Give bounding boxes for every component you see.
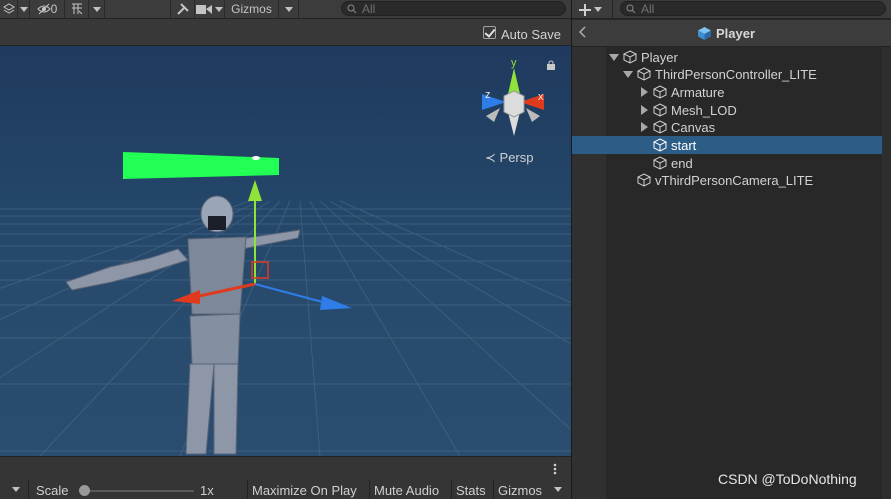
- persp-label: Persp: [499, 150, 534, 165]
- hierarchy-item-label: start: [671, 137, 697, 153]
- camera-icon[interactable]: [195, 0, 225, 19]
- mute-audio-button[interactable]: Mute Audio: [369, 480, 443, 499]
- auto-save-label: Auto Save: [501, 27, 561, 42]
- expand-arrow-icon[interactable]: [623, 70, 633, 78]
- gizmos-dropdown-icon[interactable]: [554, 487, 562, 492]
- hierarchy-item-vthirdpersoncamera[interactable]: vThirdPersonCamera_LITE: [572, 171, 882, 189]
- scene-search-placeholder: All: [362, 1, 376, 16]
- gameobject-cube-icon: [637, 67, 651, 81]
- layers-dropdown[interactable]: [18, 0, 30, 19]
- gameobject-cube-icon: [653, 120, 667, 134]
- collapse-arrow-icon[interactable]: [640, 87, 648, 97]
- scene-panel: 0 Gizmos All Auto Save y x z ≺ Persp Sca…: [0, 0, 571, 499]
- hierarchy-item-label: ThirdPersonController_LITE: [655, 66, 817, 82]
- gameobject-cube-icon: [653, 138, 667, 152]
- create-button[interactable]: [579, 0, 602, 19]
- back-arrow-icon[interactable]: [579, 26, 587, 38]
- watermark-text: CSDN @ToDoNothing: [718, 471, 857, 487]
- search-icon: [626, 4, 636, 13]
- gameobject-cube-icon: [637, 173, 651, 187]
- more-options-icon[interactable]: [553, 463, 557, 475]
- robot-character[interactable]: [65, 195, 301, 455]
- gameobject-cube-icon: [653, 156, 667, 170]
- gameobject-cube-icon: [623, 50, 637, 64]
- gizmos-button[interactable]: Gizmos: [493, 480, 546, 499]
- hidden-count: 0: [50, 2, 58, 16]
- hierarchy-item-armature[interactable]: Armature: [572, 83, 882, 101]
- persp-icon: ≺: [485, 150, 496, 165]
- hidden-objects-toggle[interactable]: 0: [30, 0, 65, 19]
- hierarchy-item-label: Player: [641, 49, 678, 65]
- hierarchy-item-label: Armature: [671, 84, 725, 100]
- prefab-header: Player: [572, 20, 891, 47]
- x-axis-handle[interactable]: [172, 290, 200, 304]
- chevron-down-icon: [284, 6, 293, 12]
- gizmos-dropdown[interactable]: [279, 0, 299, 19]
- hierarchy-scrollbar[interactable]: [882, 47, 891, 499]
- scene-search-input[interactable]: All: [341, 1, 566, 16]
- game-view-toolbar: Scale 1x Maximize On Play Mute Audio Sta…: [0, 480, 571, 499]
- gameobject-cube-icon: [653, 103, 667, 117]
- gizmo-y-label: y: [511, 57, 517, 69]
- hierarchy-item-start[interactable]: start: [572, 136, 882, 154]
- stats-button[interactable]: Stats: [451, 480, 490, 499]
- grid-snap-icon[interactable]: [65, 0, 89, 19]
- hierarchy-search-input[interactable]: All: [620, 1, 886, 16]
- hierarchy-item-label: vThirdPersonCamera_LITE: [655, 172, 814, 188]
- scene-viewport[interactable]: y x z ≺ Persp: [0, 46, 571, 456]
- tools-icon[interactable]: [171, 0, 195, 19]
- hierarchy-item-player[interactable]: Player: [572, 48, 882, 66]
- y-axis-handle[interactable]: [248, 180, 262, 201]
- scale-value: 1x: [200, 483, 214, 498]
- scale-label: Scale: [36, 483, 69, 498]
- hierarchy-search-placeholder: All: [641, 1, 655, 16]
- chevron-down-icon: [92, 6, 101, 12]
- grid-dropdown[interactable]: [89, 0, 105, 19]
- scale-slider-track[interactable]: [82, 490, 194, 492]
- chevron-down-icon: [594, 7, 602, 12]
- expand-arrow-icon[interactable]: [609, 53, 619, 61]
- lock-icon[interactable]: [546, 60, 556, 70]
- plus-icon: [579, 3, 591, 16]
- scale-slider-knob[interactable]: [79, 485, 90, 496]
- hierarchy-item-thirdpersoncontroller[interactable]: ThirdPersonController_LITE: [572, 65, 882, 83]
- hierarchy-item-label: Mesh_LOD: [671, 102, 737, 118]
- layers-icon[interactable]: [0, 0, 18, 19]
- eye-hidden-icon: [36, 3, 51, 15]
- hierarchy-item-label: end: [671, 155, 693, 171]
- scene-toolbar: 0 Gizmos All: [0, 0, 571, 19]
- hierarchy-item-label: Canvas: [671, 119, 716, 135]
- z-axis-handle[interactable]: [320, 296, 352, 310]
- game-view-bar: Scale 1x Maximize On Play Mute Audio Sta…: [0, 456, 571, 499]
- hierarchy-item-end[interactable]: end: [572, 154, 882, 172]
- gizmo-z-label: z: [485, 89, 491, 101]
- display-dropdown-icon[interactable]: [12, 487, 20, 492]
- prefab-mode-bar: Auto Save: [0, 20, 571, 46]
- gizmo-x-label: x: [538, 91, 544, 103]
- collapse-arrow-icon[interactable]: [640, 122, 648, 132]
- maximize-on-play-button[interactable]: Maximize On Play: [247, 480, 361, 499]
- hierarchy-item-mesh-lod[interactable]: Mesh_LOD: [572, 101, 882, 119]
- collapse-arrow-icon[interactable]: [640, 105, 648, 115]
- hierarchy-item-canvas[interactable]: Canvas: [572, 118, 882, 136]
- auto-save-checkbox[interactable]: [483, 26, 496, 39]
- chevron-down-icon: [19, 6, 28, 12]
- gameobject-cube-icon: [653, 85, 667, 99]
- game-view-header: [0, 456, 571, 480]
- canvas-pivot: [252, 156, 260, 160]
- search-icon: [347, 4, 357, 13]
- prefab-title: Player: [697, 26, 755, 41]
- perspective-toggle[interactable]: ≺ Persp: [485, 150, 534, 166]
- prefab-cube-icon: [698, 27, 711, 40]
- gizmos-toggle[interactable]: Gizmos: [225, 0, 279, 19]
- chevron-down-icon: [215, 6, 223, 12]
- orientation-gizmo[interactable]: y x z: [478, 56, 548, 138]
- prefab-title-label: Player: [716, 26, 756, 41]
- hierarchy-panel: All Player Player ThirdPersonController_…: [572, 0, 891, 499]
- hierarchy-toolbar: All: [572, 0, 891, 19]
